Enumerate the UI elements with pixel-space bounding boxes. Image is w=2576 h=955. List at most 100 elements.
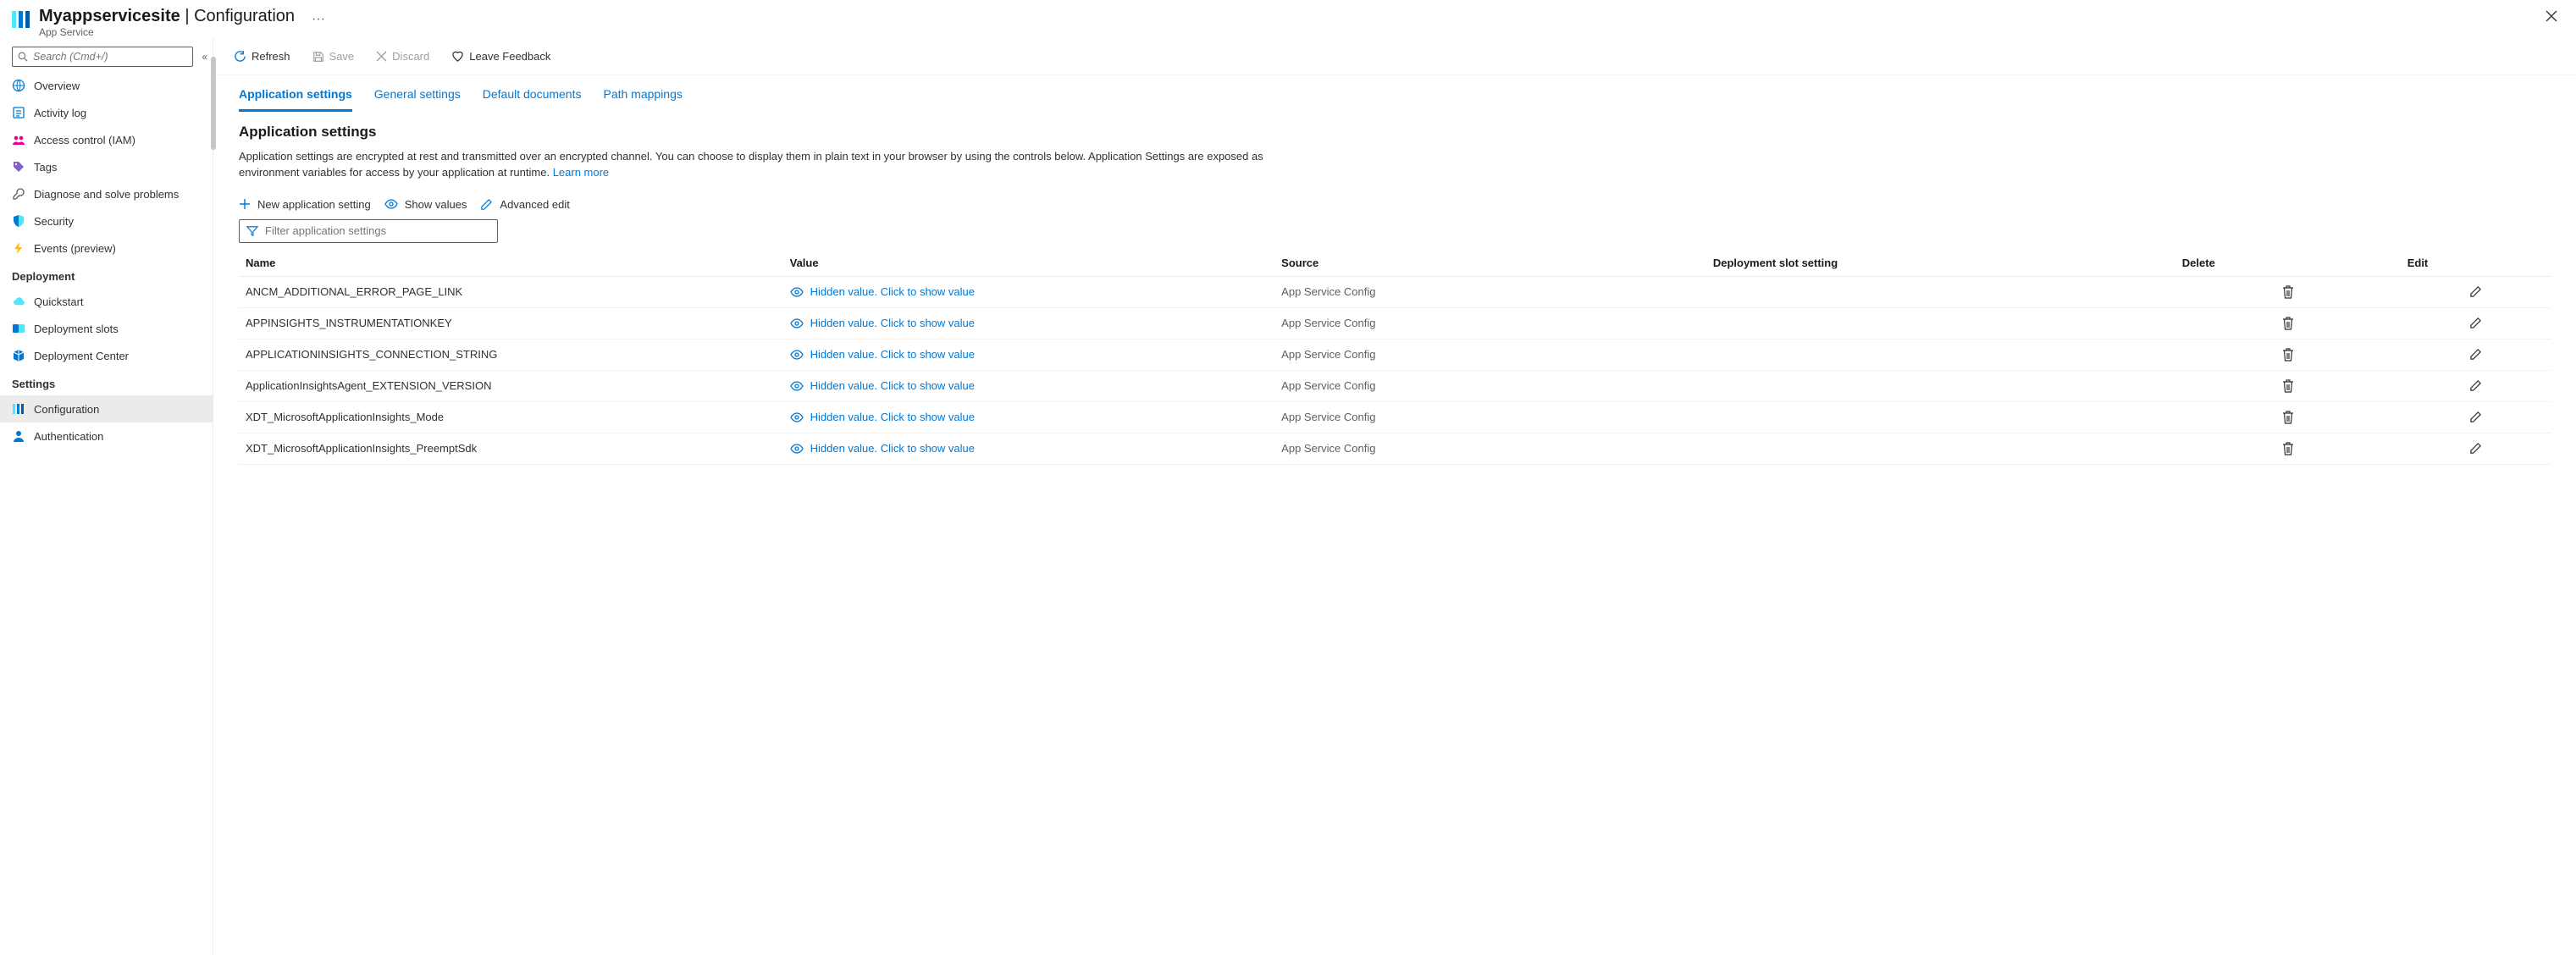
blade-header: Myappservicesite | Configuration App Ser… xyxy=(0,0,2576,38)
sidebar-item-deployment-slots[interactable]: Deployment slots xyxy=(0,315,213,342)
nav-label: Diagnose and solve problems xyxy=(34,188,179,201)
th-slot[interactable]: Deployment slot setting xyxy=(1706,250,2175,277)
tab-default-documents[interactable]: Default documents xyxy=(483,87,582,112)
scrollbar[interactable] xyxy=(211,57,216,150)
cell-name[interactable]: APPINSIGHTS_INSTRUMENTATIONKEY xyxy=(239,307,783,339)
page-subtitle: App Service xyxy=(39,26,295,38)
delete-button[interactable] xyxy=(2277,314,2299,333)
discard-label: Discard xyxy=(392,50,429,63)
sidebar-item-activity-log[interactable]: Activity log xyxy=(0,99,213,126)
cell-delete xyxy=(2175,433,2401,464)
tab-application-settings[interactable]: Application settings xyxy=(239,87,352,112)
sidebar-item-configuration[interactable]: Configuration xyxy=(0,395,213,422)
show-values-button[interactable]: Show values xyxy=(384,198,467,211)
sidebar-item-diagnose-and-solve-problems[interactable]: Diagnose and solve problems xyxy=(0,180,213,207)
table-row: APPINSIGHTS_INSTRUMENTATIONKEY Hidden val… xyxy=(239,307,2551,339)
cell-delete xyxy=(2175,276,2401,307)
close-button[interactable] xyxy=(2539,7,2564,25)
sidebar-search-input[interactable] xyxy=(33,51,187,63)
eye-icon xyxy=(384,199,398,209)
new-setting-button[interactable]: New application setting xyxy=(239,198,371,211)
nav-label: Overview xyxy=(34,80,80,92)
learn-more-link[interactable]: Learn more xyxy=(553,166,609,179)
advanced-edit-label: Advanced edit xyxy=(500,198,569,211)
tab-path-mappings[interactable]: Path mappings xyxy=(603,87,682,112)
refresh-label: Refresh xyxy=(252,50,290,63)
eye-icon xyxy=(790,287,804,297)
sidebar-search[interactable] xyxy=(12,47,193,67)
eye-icon xyxy=(790,381,804,391)
cell-name[interactable]: XDT_MicrosoftApplicationInsights_Mode xyxy=(239,401,783,433)
delete-button[interactable] xyxy=(2277,345,2299,364)
collapse-sidebar-button[interactable]: « xyxy=(202,51,204,63)
nav-label: Security xyxy=(34,215,74,228)
table-row: XDT_MicrosoftApplicationInsights_Preempt… xyxy=(239,433,2551,464)
hidden-value-text: Hidden value. Click to show value xyxy=(810,317,975,329)
cell-name[interactable]: APPLICATIONINSIGHTS_CONNECTION_STRING xyxy=(239,339,783,370)
delete-button[interactable] xyxy=(2277,377,2299,395)
cell-source: App Service Config xyxy=(1274,307,1706,339)
cell-value[interactable]: Hidden value. Click to show value xyxy=(783,276,1275,307)
th-value[interactable]: Value xyxy=(783,250,1275,277)
edit-button[interactable] xyxy=(2464,439,2486,458)
cell-edit xyxy=(2401,339,2551,370)
filter-settings-input[interactable] xyxy=(265,224,490,237)
table-row: XDT_MicrosoftApplicationInsights_ModeHid… xyxy=(239,401,2551,433)
cell-edit xyxy=(2401,401,2551,433)
th-delete: Delete xyxy=(2175,250,2401,277)
log-icon xyxy=(12,106,25,119)
page-title: Myappservicesite | Configuration xyxy=(39,7,295,26)
sidebar-item-overview[interactable]: Overview xyxy=(0,72,213,99)
hidden-value-text: Hidden value. Click to show value xyxy=(810,285,975,298)
advanced-edit-button[interactable]: Advanced edit xyxy=(480,198,569,211)
cell-delete xyxy=(2175,339,2401,370)
sidebar-item-access-control-iam-[interactable]: Access control (IAM) xyxy=(0,126,213,153)
sidebar-item-authentication[interactable]: Authentication xyxy=(0,422,213,450)
delete-button[interactable] xyxy=(2277,439,2299,458)
cell-value[interactable]: Hidden value. Click to show value xyxy=(783,370,1275,401)
cell-value[interactable]: Hidden value. Click to show value xyxy=(783,433,1275,464)
sidebar-nav: « Overview Activity log Access control (IA… xyxy=(0,38,213,955)
settings-table: Name Value Source Deployment slot settin… xyxy=(239,250,2551,465)
cell-value[interactable]: Hidden value. Click to show value xyxy=(783,307,1275,339)
sidebar-item-quickstart[interactable]: Quickstart xyxy=(0,288,213,315)
header-more-button[interactable]: ··· xyxy=(312,12,325,27)
new-setting-label: New application setting xyxy=(257,198,371,211)
edit-button[interactable] xyxy=(2464,345,2486,364)
edit-button[interactable] xyxy=(2464,408,2486,427)
cell-source: App Service Config xyxy=(1274,370,1706,401)
th-source[interactable]: Source xyxy=(1274,250,1706,277)
nav-label: Events (preview) xyxy=(34,242,116,255)
edit-button[interactable] xyxy=(2464,283,2486,301)
cell-edit xyxy=(2401,370,2551,401)
cell-name[interactable]: ANCM_ADDITIONAL_ERROR_PAGE_LINK xyxy=(239,276,783,307)
refresh-button[interactable]: Refresh xyxy=(225,38,299,75)
cell-name[interactable]: XDT_MicrosoftApplicationInsights_Preempt… xyxy=(239,433,783,464)
cell-delete xyxy=(2175,370,2401,401)
nav-label: Access control (IAM) xyxy=(34,134,135,146)
filter-settings-box[interactable] xyxy=(239,219,498,243)
cell-value[interactable]: Hidden value. Click to show value xyxy=(783,401,1275,433)
hidden-value-text: Hidden value. Click to show value xyxy=(810,379,975,392)
cell-name[interactable]: ApplicationInsightsAgent_EXTENSION_VERSI… xyxy=(239,370,783,401)
th-name[interactable]: Name xyxy=(239,250,783,277)
delete-button[interactable] xyxy=(2277,283,2299,301)
sidebar-item-security[interactable]: Security xyxy=(0,207,213,235)
cell-source: App Service Config xyxy=(1274,339,1706,370)
sidebar-item-events-preview-[interactable]: Events (preview) xyxy=(0,235,213,262)
sidebar-item-tags[interactable]: Tags xyxy=(0,153,213,180)
edit-button[interactable] xyxy=(2464,377,2486,395)
cloud-icon xyxy=(12,295,25,308)
section-description: Application settings are encrypted at re… xyxy=(239,149,1306,181)
eye-icon xyxy=(790,444,804,454)
discard-icon xyxy=(376,51,387,62)
edit-button[interactable] xyxy=(2464,314,2486,333)
sidebar-item-deployment-center[interactable]: Deployment Center xyxy=(0,342,213,369)
cell-value[interactable]: Hidden value. Click to show value xyxy=(783,339,1275,370)
tab-general-settings[interactable]: General settings xyxy=(374,87,461,112)
nav-label: Deployment slots xyxy=(34,323,119,335)
shield-icon xyxy=(12,214,25,228)
delete-button[interactable] xyxy=(2277,408,2299,427)
feedback-button[interactable]: Leave Feedback xyxy=(443,38,559,75)
people-icon xyxy=(12,133,25,146)
